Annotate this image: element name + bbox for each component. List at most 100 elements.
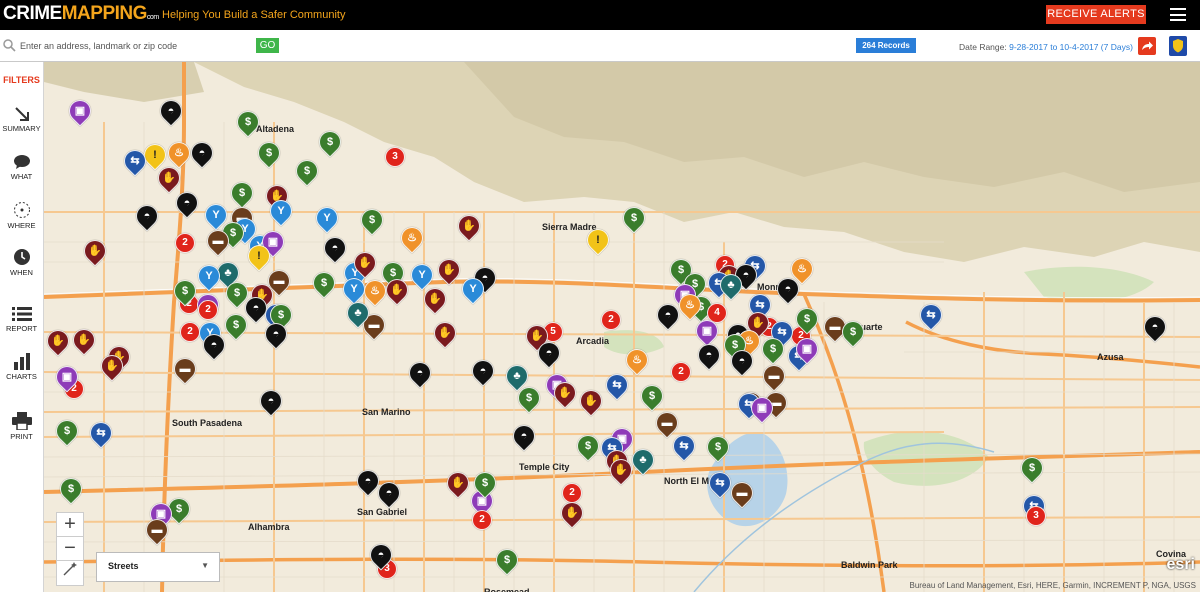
arson-icon: ♨ — [797, 263, 807, 275]
cluster-count-marker[interactable]: 2 — [180, 322, 200, 342]
zoom-out-button[interactable]: − — [56, 536, 84, 562]
top-bar: CRIMEMAPPINGcom Helping You Build a Safe… — [0, 0, 1200, 30]
date-range[interactable]: Date Range: 9-28-2017 to 10-4-2017 (7 Da… — [959, 42, 1133, 52]
measure-tool-button[interactable] — [56, 560, 84, 586]
burglary-icon: ✋ — [438, 327, 452, 339]
left-sidebar: FILTERS SUMMARY WHAT WHERE WHEN REPORT C… — [0, 62, 44, 592]
basemap-label: Streets — [108, 561, 139, 571]
zoom-in-button[interactable]: + — [56, 512, 84, 538]
robbery-icon: ◓ — [252, 302, 260, 314]
charts-button[interactable]: CHARTS — [0, 353, 43, 381]
target-icon — [13, 202, 30, 218]
cluster-count-marker[interactable]: 2 — [198, 300, 218, 320]
cluster-count-marker[interactable]: 3 — [1026, 506, 1046, 526]
place-label: Altadena — [256, 124, 295, 134]
place-label: Azusa — [1097, 352, 1124, 362]
arson-icon: ♨ — [407, 232, 417, 244]
assault-icon: ▣ — [701, 325, 713, 337]
robbery-icon: ◓ — [267, 395, 275, 407]
summary-button[interactable]: SUMMARY — [0, 106, 43, 133]
basemap-select[interactable]: Streets ▼ — [96, 552, 220, 582]
burglary-icon: ✋ — [451, 477, 465, 489]
robbery-icon: ◓ — [183, 197, 191, 209]
crimemapping-logo[interactable]: CRIMEMAPPINGcom — [3, 4, 159, 28]
filters-tab[interactable]: FILTERS — [0, 75, 43, 85]
assault-icon: ▣ — [61, 371, 73, 383]
robbery-icon: ◓ — [479, 365, 487, 377]
date-range-label: Date Range: — [959, 42, 1007, 52]
cluster-count-marker[interactable]: 2 — [671, 362, 691, 382]
cluster-count-marker[interactable]: 2 — [601, 310, 621, 330]
place-label: Arcadia — [576, 336, 610, 346]
robbery-icon: ◓ — [210, 339, 218, 351]
drug-icon: ♣ — [513, 370, 521, 382]
go-button[interactable]: GO — [256, 38, 279, 53]
robbery-icon: ◓ — [545, 347, 553, 359]
menu-icon[interactable] — [1170, 8, 1186, 21]
share-button[interactable] — [1138, 37, 1156, 55]
place-label: Temple City — [519, 462, 570, 472]
search-icon — [3, 39, 16, 52]
when-label: WHEN — [10, 268, 33, 277]
cluster-count-marker[interactable]: 3 — [385, 147, 405, 167]
theft-icon: $ — [244, 116, 252, 128]
speech-bubble-icon — [13, 155, 30, 169]
robbery-icon: ◓ — [364, 475, 372, 487]
summary-arrow-icon — [14, 107, 29, 121]
when-button[interactable]: WHEN — [0, 248, 43, 277]
crime-map[interactable]: Altadena Sierra Madre Arcadia San Marino Sou… — [44, 62, 1200, 592]
theft-icon: $ — [648, 390, 656, 402]
search-input[interactable] — [20, 38, 240, 53]
robbery-icon: ◓ — [520, 430, 528, 442]
records-count-button[interactable]: 264 Records — [856, 38, 916, 53]
theft-icon: $ — [265, 147, 273, 159]
alert-icon: ! — [153, 149, 157, 161]
place-label: South Pasadena — [172, 418, 243, 428]
robbery-icon: ◓ — [377, 549, 385, 561]
wand-icon — [63, 562, 77, 576]
cluster-count-marker[interactable]: 2 — [562, 483, 582, 503]
search-bar: GO 264 Records Date Range: 9-28-2017 to … — [0, 30, 1200, 62]
robbery-icon: ◓ — [331, 242, 339, 254]
place-label: Alhambra — [248, 522, 290, 532]
robbery-icon: ◓ — [1151, 321, 1159, 333]
print-button[interactable]: PRINT — [0, 412, 43, 441]
burglary-icon: ✋ — [428, 293, 442, 305]
robbery-icon: ◓ — [385, 487, 393, 499]
robbery-icon: ◓ — [143, 210, 151, 222]
what-button[interactable]: WHAT — [0, 154, 43, 181]
dui-icon: Y — [323, 212, 331, 224]
burglary-icon: ✋ — [558, 387, 572, 399]
theft-icon: $ — [630, 212, 638, 224]
logo-mapping-text: MAPPING — [61, 3, 148, 24]
burglary-icon: ✋ — [88, 245, 102, 257]
dui-icon: Y — [469, 283, 477, 295]
theft-icon: $ — [525, 392, 533, 404]
place-label: Rosemead — [484, 587, 530, 592]
burglary-icon: ✋ — [105, 360, 119, 372]
vandal-icon: ▬ — [212, 235, 224, 247]
summary-label: SUMMARY — [2, 124, 41, 133]
place-label: Baldwin Park — [841, 560, 898, 570]
place-label: San Gabriel — [357, 507, 408, 517]
theft-icon: $ — [481, 477, 489, 489]
cluster-count-marker[interactable]: 2 — [472, 510, 492, 530]
theft-icon: $ — [503, 554, 511, 566]
cluster-count-label: 3 — [392, 151, 398, 162]
theft-icon: $ — [233, 287, 241, 299]
theft-icon: $ — [803, 313, 811, 325]
cluster-count-marker[interactable]: 2 — [175, 233, 195, 253]
report-button[interactable]: REPORT — [0, 306, 43, 333]
charts-label: CHARTS — [6, 372, 37, 381]
vandal-icon: ▬ — [151, 524, 163, 536]
date-range-value[interactable]: 9-28-2017 to 10-4-2017 (7 Days) — [1009, 42, 1133, 52]
vehicle-icon: ⇆ — [612, 379, 622, 391]
receive-alerts-button[interactable]: RECEIVE ALERTS — [1046, 5, 1146, 24]
burglary-icon: ✋ — [614, 464, 628, 476]
where-button[interactable]: WHERE — [0, 201, 43, 230]
theft-icon: $ — [849, 326, 857, 338]
robbery-icon: ◓ — [738, 355, 746, 367]
burglary-icon: ✋ — [442, 264, 456, 276]
agency-badge-icon[interactable] — [1169, 36, 1187, 56]
list-icon — [11, 307, 32, 321]
